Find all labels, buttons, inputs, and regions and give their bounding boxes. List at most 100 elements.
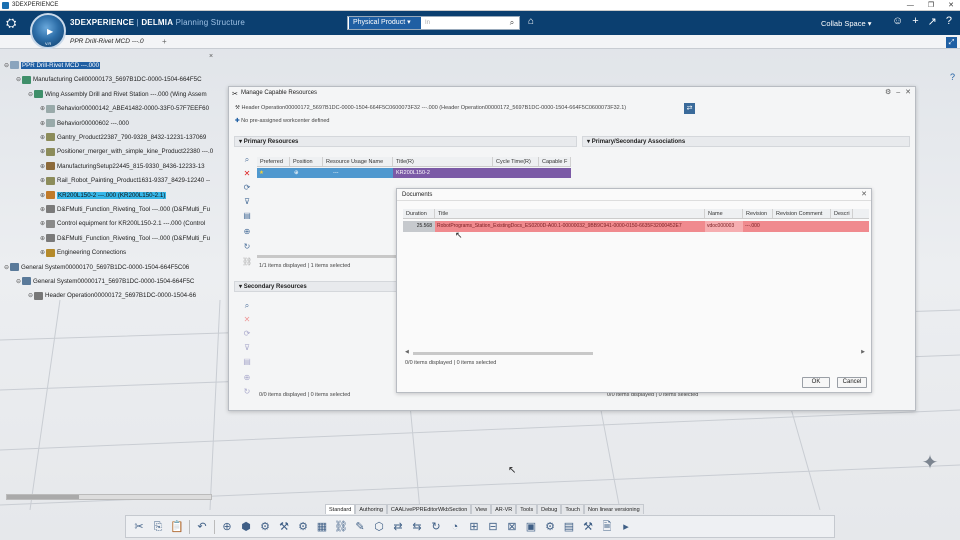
tree-node[interactable]: ⊖ Header Operation00000172_5697B1DC-0000-… (28, 290, 196, 302)
zoom-icon[interactable]: ⊕ (242, 227, 252, 237)
tree-node[interactable]: ⊖ Wing Assembly Drill and Rivet Station -… (28, 89, 207, 101)
minimize-icon[interactable]: — (907, 0, 914, 11)
position-icon[interactable]: ⊕ (290, 168, 323, 178)
refresh-icon-secondary[interactable]: ↻ (242, 387, 252, 397)
close-documents-icon[interactable]: ✕ (861, 189, 867, 201)
scroll-left-icon[interactable]: ◀ (405, 349, 409, 355)
undo-icon[interactable]: ↶ (195, 520, 209, 534)
settings-icon[interactable]: ⚙ (885, 87, 891, 99)
link-icon[interactable]: ⛓ (334, 520, 348, 534)
close-dialog-icon[interactable]: ✕ (905, 87, 911, 99)
document-icon[interactable]: 🗎 (600, 520, 614, 534)
associations-header[interactable]: ▾ Primary/Secondary Associations (582, 136, 910, 147)
col-cycle-time[interactable]: Cycle Time(R) (493, 157, 539, 166)
col-capable[interactable]: Capable F (539, 157, 571, 166)
cut-icon[interactable]: ✂ (132, 520, 146, 534)
tree-node[interactable]: ⊕ D&FMulti_Function_Riveting_Tool ---.000… (40, 204, 210, 216)
workshop-tab[interactable]: Tools (516, 504, 538, 514)
assign-icon[interactable]: ⇄ (684, 103, 695, 114)
replace-icon[interactable]: ⟳ (242, 183, 252, 193)
process-icon[interactable]: ⬡ (372, 520, 386, 534)
edit-icon[interactable]: ✎ (353, 520, 367, 534)
hierarchy-icon[interactable]: ⊟ (486, 520, 500, 534)
search-scope-dropdown[interactable]: Physical Product ▾ (349, 17, 421, 29)
tree-node[interactable]: ⊕ Engineering Connections (40, 247, 126, 259)
tab-ppr[interactable]: PPR Drill-Rivet MCD ---.0 (70, 35, 144, 49)
col-name[interactable]: Name (705, 209, 743, 218)
cancel-button[interactable]: Cancel (837, 377, 867, 388)
tree-icon[interactable]: ⊞ (467, 520, 481, 534)
collab-space-dropdown[interactable]: Collab Space ▾ (821, 19, 871, 28)
tree-node[interactable]: ⊕ Behavior00000602 ---.000 (40, 118, 129, 130)
workshop-tab[interactable]: Authoring (355, 504, 387, 514)
tree-node[interactable]: ⊕ Control equipment for KR200L150-2.1 ---… (40, 218, 205, 230)
paste-icon[interactable]: 📋 (170, 520, 184, 534)
documents-scrollbar[interactable]: ◀ ▶ (405, 349, 865, 356)
tree-node[interactable]: ⊕ ManufacturingSetup22445_815-9330_8436-1… (40, 161, 205, 173)
zoom-icon-secondary[interactable]: ⊕ (242, 373, 252, 383)
tree-node[interactable]: ⊕ KR200L150-2 ---.000 (KR200L150-2.1) (40, 190, 167, 202)
cycle-icon[interactable]: ↻ (429, 520, 443, 534)
preferred-star-icon[interactable]: ★ (257, 168, 290, 178)
grid-icon[interactable]: ▤ (562, 520, 576, 534)
properties-icon[interactable]: ▤ (242, 211, 252, 221)
col-resource-usage[interactable]: Resource Usage Name (323, 157, 393, 166)
tree-node[interactable]: ⊖ PPR Drill-Rivet MCD ---.000 (4, 60, 101, 72)
workshop-tab[interactable]: CAALivePPREditorWkbSection (386, 504, 472, 514)
workshop-tab[interactable]: AR-VR (491, 504, 517, 514)
filter-icon-secondary[interactable]: ⊽ (242, 343, 252, 353)
search-icon[interactable]: ⌕ (242, 155, 252, 165)
workshop-tab[interactable]: View (471, 504, 492, 514)
tree-node[interactable]: ⊖ General System00000171_5697B1DC-0000-15… (16, 276, 194, 288)
documents-scroll-thumb[interactable] (413, 352, 593, 355)
col-description[interactable]: Descri (831, 209, 853, 218)
col-doc-title[interactable]: Title (435, 209, 705, 218)
assembly-icon[interactable]: ⚙ (258, 520, 272, 534)
swap-icon[interactable]: ⇆ (410, 520, 424, 534)
primary-resources-header[interactable]: ▾ Primary Resources (234, 136, 577, 147)
tool-icon[interactable]: ⚒ (581, 520, 595, 534)
search-icon-secondary[interactable]: ⌕ (242, 301, 252, 311)
close-icon[interactable]: ✕ (948, 0, 954, 11)
workshop-tab[interactable]: Non linear versioning (584, 504, 644, 514)
document-row[interactable]: 25.568 RobotPrograms_Station_ExistingDoc… (403, 221, 869, 232)
share-icon[interactable]: ↗ (928, 15, 937, 28)
link-icon[interactable]: ⛓ (242, 257, 252, 267)
restore-icon[interactable]: ❐ (928, 0, 934, 11)
compass-icon[interactable]: ▶ V.R (30, 13, 66, 49)
robot-compass-icon[interactable]: ✦ (915, 450, 945, 480)
col-preferred[interactable]: Preferred (257, 157, 290, 166)
tree-node[interactable]: ⊕ D&FMulti_Function_Riveting_Tool ---.000… (40, 233, 210, 245)
col-revision[interactable]: Revision (743, 209, 773, 218)
tree-node[interactable]: ⊕ Gantry_Product22387_790-9328_8432-12231… (40, 132, 206, 144)
refresh-icon[interactable]: ↻ (242, 242, 252, 252)
tag-icon[interactable]: ⌂ (528, 16, 534, 27)
tree-close-icon[interactable]: × (209, 53, 213, 60)
replace-icon-secondary[interactable]: ⟳ (242, 329, 252, 339)
ok-button[interactable]: OK (802, 377, 830, 388)
filter-icon[interactable]: ⊽ (242, 197, 252, 207)
col-title[interactable]: Title(R) (393, 157, 493, 166)
col-duration[interactable]: Duration (403, 209, 435, 218)
workshop-tab[interactable]: Debug (537, 504, 562, 514)
time-icon[interactable]: ◔ (448, 520, 462, 534)
zoom-icon[interactable]: ⊕ (220, 520, 234, 534)
primary-grid-scrollbar[interactable] (257, 255, 397, 258)
properties-icon-secondary[interactable]: ▤ (242, 357, 252, 367)
col-revision-comment[interactable]: Revision Comment (773, 209, 831, 218)
add-tab-button[interactable]: + (162, 35, 167, 49)
gear-icon[interactable]: ⚙ (543, 520, 557, 534)
resource-icon[interactable]: ⚒ (277, 520, 291, 534)
add-icon[interactable]: + (912, 15, 918, 28)
minimize-dialog-icon[interactable]: – (896, 87, 900, 99)
tree-scrollbar[interactable] (6, 494, 212, 500)
search-input[interactable]: In (422, 20, 505, 26)
sequence-icon[interactable]: ⇄ (391, 520, 405, 534)
tree-scroll-thumb[interactable] (7, 495, 79, 499)
delete-icon-secondary[interactable]: ✕ (242, 315, 252, 325)
tree-node[interactable]: ⊖ Manufacturing Cell00000173_5697B1DC-000… (16, 74, 202, 86)
scroll-right-icon[interactable]: ▶ (861, 349, 865, 355)
primary-row[interactable]: ★ ⊕ --- KR200L150-2 (257, 168, 571, 178)
add-workcenter-icon[interactable]: ✚ (235, 118, 240, 124)
tree-node[interactable]: ⊕ Behavior00000142_ABE41482-0000-33F0-57F… (40, 103, 209, 115)
